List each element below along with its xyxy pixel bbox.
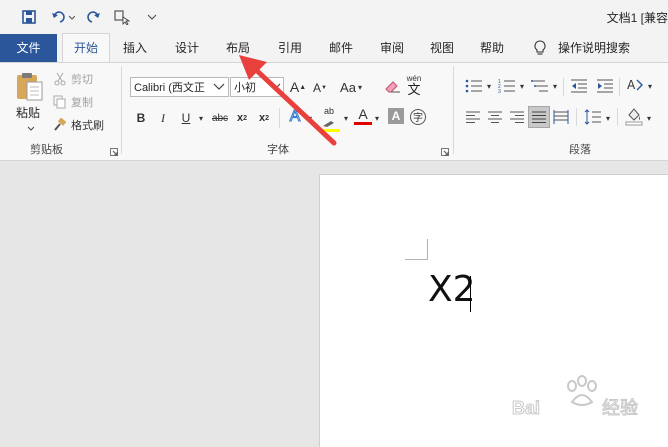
align-right-icon[interactable] [509, 110, 525, 124]
group-separator [453, 66, 454, 154]
format-painter-button[interactable]: 格式刷 [53, 117, 104, 133]
scissors-icon [54, 72, 66, 86]
copy-button[interactable]: 复制 [53, 94, 93, 110]
paragraph-row-separator [617, 108, 618, 126]
character-shading-icon[interactable]: A [388, 108, 404, 124]
customize-qat-icon[interactable] [143, 9, 161, 25]
text-cursor [470, 276, 471, 312]
align-left-icon[interactable] [465, 110, 481, 124]
clear-formatting-icon[interactable] [385, 80, 401, 94]
underline-dropdown-icon[interactable]: ▾ [196, 108, 206, 128]
touch-mode-icon[interactable] [113, 9, 131, 25]
font-name-dropdown-icon[interactable] [210, 78, 228, 96]
shading-dropdown-icon[interactable]: ▾ [644, 108, 654, 128]
distributed-icon[interactable] [553, 109, 569, 125]
copy-label: 复制 [71, 97, 93, 109]
svg-text:字: 字 [413, 111, 423, 124]
asian-layout-dropdown-icon[interactable]: ▾ [645, 76, 655, 96]
paragraph-row-separator [563, 78, 564, 96]
clipboard-launcher-icon[interactable] [110, 145, 118, 159]
tab-review[interactable]: 审阅 [372, 34, 412, 62]
paintbrush-icon [54, 118, 67, 131]
font-color-dropdown-icon[interactable]: ▾ [372, 108, 382, 128]
lightbulb-icon[interactable] [532, 40, 548, 56]
redo-icon[interactable] [84, 9, 102, 25]
font-launcher-icon[interactable] [441, 145, 449, 159]
justify-icon[interactable] [528, 106, 550, 128]
tab-help[interactable]: 帮助 [472, 34, 512, 62]
document-text[interactable]: X2 [428, 268, 476, 312]
bullets-dropdown-icon[interactable]: ▾ [484, 76, 494, 96]
enclose-characters-icon[interactable]: 字 [409, 108, 427, 126]
baidu-jingyan-watermark: Bai 经验 [512, 375, 639, 420]
svg-text:A: A [627, 78, 636, 92]
italic-button[interactable]: I [155, 108, 171, 128]
svg-text:Bai: Bai [512, 398, 540, 418]
multilevel-list-icon[interactable] [531, 78, 549, 94]
asian-layout-icon[interactable]: A [626, 76, 644, 94]
undo-icon[interactable] [50, 9, 76, 25]
bullets-icon[interactable] [465, 78, 483, 94]
cut-label: 剪切 [71, 74, 93, 86]
increase-indent-icon[interactable] [596, 78, 614, 94]
numbering-dropdown-icon[interactable]: ▾ [517, 76, 527, 96]
tab-home[interactable]: 开始 [62, 33, 110, 62]
numbering-icon[interactable]: 123 [498, 78, 516, 95]
paragraph-row-separator [619, 78, 620, 96]
shading-icon[interactable] [625, 106, 643, 126]
tab-file[interactable]: 文件 [0, 34, 57, 62]
tab-insert[interactable]: 插入 [115, 34, 155, 62]
paste-label[interactable]: 粘贴 [16, 104, 40, 121]
strikethrough-button[interactable]: abc [210, 108, 230, 128]
tell-me-search[interactable]: 操作说明搜索 [558, 34, 638, 62]
bold-button[interactable]: B [133, 108, 149, 128]
paste-dropdown-icon[interactable] [27, 121, 35, 135]
line-spacing-dropdown-icon[interactable]: ▾ [603, 108, 613, 128]
decrease-indent-icon[interactable] [570, 78, 588, 94]
paragraph-row-separator [576, 108, 577, 126]
paste-icon[interactable] [14, 70, 46, 102]
margin-corner-mark [405, 239, 428, 260]
phonetic-guide-button[interactable]: wén 文 [403, 74, 425, 98]
save-icon[interactable] [20, 9, 38, 25]
underline-button[interactable]: U [178, 108, 194, 128]
copy-icon [53, 95, 66, 109]
paragraph-group-label: 段落 [569, 144, 591, 156]
tab-view[interactable]: 视图 [422, 34, 462, 62]
tab-design[interactable]: 设计 [167, 34, 207, 62]
line-spacing-icon[interactable] [584, 108, 602, 126]
group-separator [121, 66, 122, 154]
clipboard-group-label: 剪贴板 [30, 144, 63, 156]
window-title: 文档1 [兼容 [606, 11, 668, 25]
align-center-icon[interactable] [487, 110, 503, 124]
format-painter-label: 格式刷 [71, 120, 104, 132]
font-color-icon[interactable]: A [354, 106, 372, 128]
font-name-value: Calibri (西文正 [134, 82, 205, 94]
cut-button[interactable]: 剪切 [53, 71, 93, 87]
multilevel-dropdown-icon[interactable]: ▾ [550, 76, 560, 96]
svg-text:经验: 经验 [602, 398, 638, 419]
annotation-arrow [239, 55, 337, 146]
svg-text:3: 3 [498, 89, 501, 94]
